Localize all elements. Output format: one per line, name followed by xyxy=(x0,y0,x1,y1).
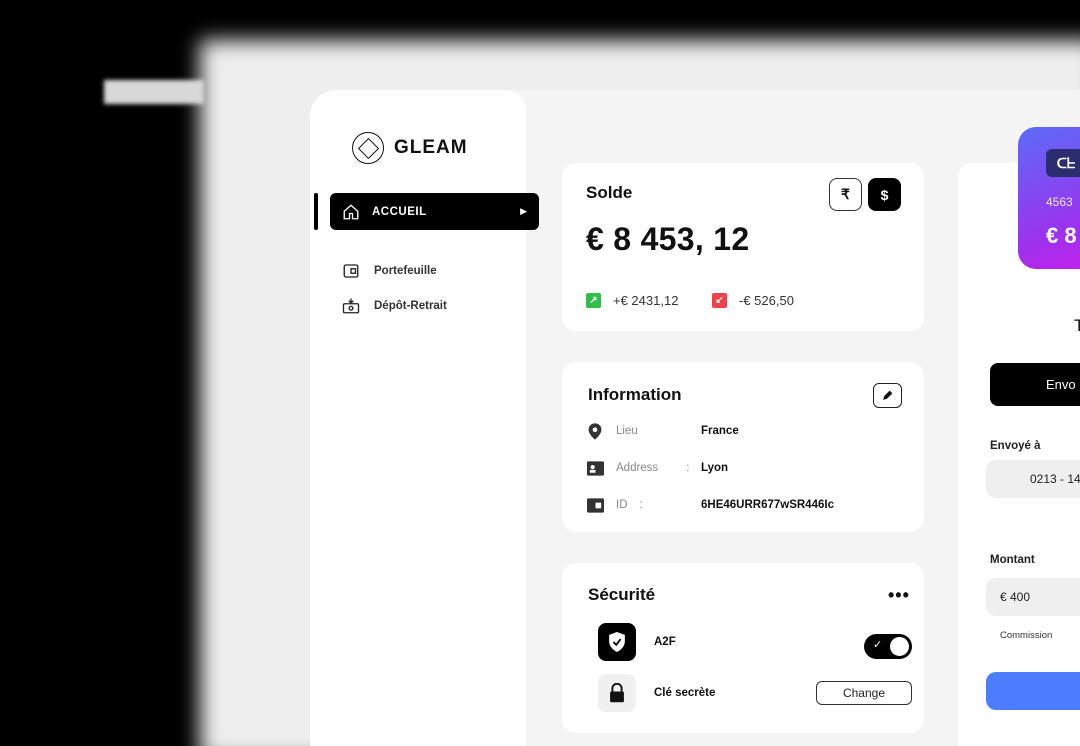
bank-card[interactable]: ᑕᖶ 4563 € 8 xyxy=(1018,127,1080,269)
shield-check-icon xyxy=(598,623,636,661)
a2f-label: A2F xyxy=(654,636,676,648)
toggle-knob xyxy=(890,637,909,656)
recipient-input[interactable]: 0213 - 141 xyxy=(986,460,1080,498)
nav-active-marker xyxy=(314,193,318,230)
currency-inr-button[interactable]: ₹ xyxy=(829,178,862,211)
sidebar-item-accueil[interactable]: ACCUEIL ▶ xyxy=(330,193,539,230)
lock-icon xyxy=(598,674,636,712)
commission-label: Commission xyxy=(1000,630,1053,641)
card-logo-icon: ᑕᖶ xyxy=(1046,149,1080,177)
app-window: GLEAM ACCUEIL ▶ Portefeuille Dépôt-Retra… xyxy=(310,90,1080,746)
transfer-title: T xyxy=(1074,316,1080,335)
map-pin-icon xyxy=(586,422,604,440)
balance-card: Solde ₹ $ € 8 453, 12 ↗ +€ 2431,12 ↙ -€ … xyxy=(562,163,924,331)
sidebar-item-portefeuille[interactable]: Portefeuille xyxy=(342,262,437,280)
a2f-row: A2F xyxy=(598,623,676,661)
caret-right-icon: ▶ xyxy=(520,206,527,216)
arrow-down-left-icon: ↙ xyxy=(712,293,727,308)
amount-label: Montant xyxy=(990,554,1035,566)
info-key: Lieu xyxy=(616,425,638,437)
card-amount: € 8 xyxy=(1046,223,1077,248)
info-key: Address: xyxy=(616,462,690,474)
info-row-address: Address: Lyon xyxy=(586,459,728,477)
info-value: France xyxy=(701,425,739,437)
expense-amount: -€ 526,50 xyxy=(739,293,794,308)
recipient-label: Envoyé à xyxy=(990,440,1041,452)
cash-deposit-icon xyxy=(342,298,360,314)
wallet-icon xyxy=(343,264,359,278)
balance-title: Solde xyxy=(586,183,633,202)
info-value: Lyon xyxy=(701,462,729,474)
information-title: Information xyxy=(588,385,682,404)
income-amount: +€ 2431,12 xyxy=(613,293,679,308)
sidebar-item-label: Dépôt-Retrait xyxy=(374,300,447,312)
wallet-icon xyxy=(586,496,604,514)
secret-key-row: Clé secrète xyxy=(598,674,715,712)
info-row-id: ID: 6HE46URR677wSR446Ic xyxy=(586,496,834,514)
currency-usd-button[interactable]: $ xyxy=(868,178,901,211)
a2f-toggle[interactable]: ✓ xyxy=(864,634,912,659)
change-key-button[interactable]: Change xyxy=(816,681,912,705)
amount-input[interactable]: € 400 xyxy=(986,578,1080,616)
brand-name: GLEAM xyxy=(394,137,468,158)
pen-icon xyxy=(883,390,893,400)
home-icon xyxy=(343,203,359,219)
card-number: 4563 xyxy=(1046,195,1073,209)
contact-card-icon xyxy=(586,459,604,477)
info-value: 6HE46URR677wSR446Ic xyxy=(701,499,834,511)
info-key: ID: xyxy=(616,499,643,511)
tab-send[interactable]: Envo xyxy=(990,363,1080,406)
balance-amount: € 8 453, 12 xyxy=(586,221,750,257)
compass-icon xyxy=(352,132,384,164)
income-delta: ↗ +€ 2431,12 xyxy=(586,293,678,308)
brand-logo[interactable]: GLEAM xyxy=(352,132,468,164)
edit-button[interactable] xyxy=(873,383,902,408)
check-icon: ✓ xyxy=(873,639,883,651)
information-card: Information Lieu France Address: Lyon ID… xyxy=(562,362,924,532)
sidebar-item-label: Portefeuille xyxy=(374,265,437,277)
secret-key-label: Clé secrète xyxy=(654,687,716,699)
security-card: Sécurité ••• A2F ✓ Clé secrète Change xyxy=(562,563,924,733)
expense-delta: ↙ -€ 526,50 xyxy=(712,293,794,308)
arrow-up-right-icon: ↗ xyxy=(586,293,601,308)
security-title: Sécurité xyxy=(588,585,656,604)
sidebar: GLEAM ACCUEIL ▶ Portefeuille Dépôt-Retra… xyxy=(310,90,539,746)
send-button[interactable] xyxy=(986,672,1080,710)
info-row-lieu: Lieu France xyxy=(586,422,739,440)
sidebar-item-depot-retrait[interactable]: Dépôt-Retrait xyxy=(342,297,447,315)
backdrop-chip xyxy=(104,80,204,104)
sidebar-item-label: ACCUEIL xyxy=(372,205,427,218)
more-options-icon[interactable]: ••• xyxy=(888,585,910,606)
